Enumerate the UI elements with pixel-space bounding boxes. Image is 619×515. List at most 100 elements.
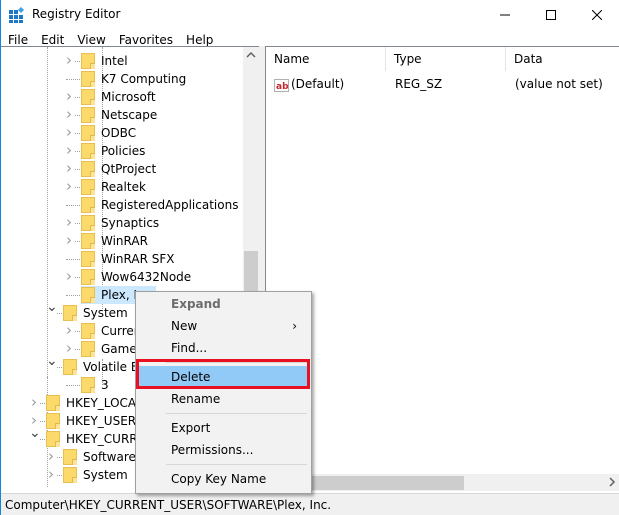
menu-edit[interactable]: Edit	[35, 33, 70, 47]
tree-item-label: Netscape	[101, 108, 158, 122]
menu-item-find[interactable]: Find...	[138, 337, 309, 359]
chevron-right-icon[interactable]: ›	[64, 141, 74, 159]
status-path: Computer\HKEY_CURRENT_USER\SOFTWARE\Plex…	[5, 497, 332, 512]
tree-connector	[75, 205, 80, 206]
folder-icon	[81, 215, 95, 231]
svg-text:ab: ab	[276, 82, 289, 92]
menu-item-permissions[interactable]: Permissions...	[138, 439, 309, 461]
chevron-right-icon[interactable]: ›	[64, 159, 74, 177]
chevron-right-icon[interactable]: ›	[64, 213, 74, 231]
folder-icon	[81, 53, 95, 69]
tree-item[interactable]: › Wow6432Node	[1, 267, 243, 286]
tree-item-label: K7 Computing	[101, 72, 187, 86]
chevron-right-icon[interactable]: ›	[64, 339, 74, 357]
chevron-right-icon[interactable]: ›	[46, 447, 56, 465]
maximize-icon	[546, 10, 556, 20]
tree-item[interactable]: › Intel	[1, 51, 243, 70]
menu-item-copy-key-name[interactable]: Copy Key Name	[138, 468, 309, 490]
submenu-arrow-icon: ›	[292, 319, 297, 333]
column-header-name[interactable]: Name	[266, 47, 386, 71]
menu-file[interactable]: File	[2, 33, 34, 47]
tree-item[interactable]: › QtProject	[1, 159, 243, 178]
value-type: REG_SZ	[395, 77, 443, 91]
tree-item-label: RegisteredApplications	[101, 198, 239, 212]
chevron-down-icon[interactable]: ⌄	[46, 299, 58, 315]
close-button[interactable]	[574, 0, 619, 30]
tree-connector	[75, 187, 80, 188]
chevron-down-icon[interactable]: ⌄	[46, 353, 58, 369]
folder-icon	[63, 359, 77, 375]
tree-item[interactable]: › ODBC	[1, 123, 243, 142]
chevron-down-icon[interactable]: ⌄	[29, 425, 41, 441]
tree-connector	[75, 385, 80, 386]
scroll-right-icon[interactable]	[607, 476, 617, 488]
tree-item[interactable]: › WinRAR	[1, 231, 243, 250]
folder-icon	[46, 431, 60, 447]
folder-icon	[81, 287, 95, 303]
tree-item[interactable]: › Microsoft	[1, 87, 243, 106]
chevron-right-icon[interactable]: ›	[64, 321, 74, 339]
menu-item-new[interactable]: New ›	[138, 315, 309, 337]
tree-item-label: Software	[83, 450, 136, 464]
values-list[interactable]: Name Type Data ab (Default) REG_SZ (valu…	[265, 46, 619, 492]
title-bar[interactable]: Registry Editor	[1, 0, 619, 30]
chevron-right-icon[interactable]: ›	[29, 393, 39, 411]
delete-highlight-callout	[136, 359, 310, 389]
list-horizontal-scrollbar[interactable]	[265, 474, 619, 491]
menu-help[interactable]: Help	[180, 33, 219, 47]
folder-icon	[81, 251, 95, 267]
menu-separator	[166, 464, 307, 465]
tree-item-label: HKEY_LOCAL	[66, 396, 143, 410]
tree-item[interactable]: RegisteredApplications	[1, 196, 243, 214]
tree-item-label: 3	[101, 378, 109, 392]
tree-item[interactable]: › Synaptics	[1, 213, 243, 232]
tree-item[interactable]: WinRAR SFX	[1, 250, 243, 268]
context-menu: Expand New › Find... Delete Rename Export…	[135, 291, 312, 494]
folder-icon	[81, 341, 95, 357]
tree-connector	[75, 241, 80, 242]
folder-icon	[63, 449, 77, 465]
tree-connector	[75, 223, 80, 224]
chevron-right-icon[interactable]: ›	[64, 105, 74, 123]
tree-item-label: Plex, I	[101, 288, 138, 302]
folder-icon	[46, 413, 60, 429]
folder-icon	[81, 179, 95, 195]
chevron-right-icon[interactable]: ›	[64, 87, 74, 105]
tree-connector	[57, 367, 62, 368]
folder-icon	[81, 89, 95, 105]
minimize-button[interactable]	[482, 0, 528, 30]
menu-view[interactable]: View	[71, 33, 111, 47]
column-header-data[interactable]: Data	[506, 47, 619, 71]
tree-connector	[75, 259, 80, 260]
tree-item-label: QtProject	[101, 162, 157, 176]
tree-item[interactable]: › Realtek	[1, 177, 243, 196]
tree-item-label: HKEY_CURRE	[66, 432, 146, 446]
tree-item[interactable]: K7 Computing	[1, 70, 243, 88]
chevron-right-icon[interactable]: ›	[64, 123, 74, 141]
scroll-up-icon[interactable]	[243, 47, 259, 63]
tree-item[interactable]: › Netscape	[1, 105, 243, 124]
menu-item-export[interactable]: Export	[138, 417, 309, 439]
menu-item-rename[interactable]: Rename	[138, 388, 309, 410]
folder-icon	[81, 71, 95, 87]
chevron-right-icon[interactable]: ›	[46, 465, 56, 483]
maximize-button[interactable]	[528, 0, 574, 30]
tree-item[interactable]: › Policies	[1, 141, 243, 160]
menu-favorites[interactable]: Favorites	[113, 33, 179, 47]
tree-connector	[75, 331, 80, 332]
menu-item-expand[interactable]: Expand	[138, 293, 309, 315]
tree-item-label: System	[83, 306, 128, 320]
registry-editor-window: Registry Editor File Edit View Favorites…	[0, 0, 619, 515]
chevron-right-icon[interactable]: ›	[64, 267, 74, 285]
string-value-icon: ab	[274, 79, 289, 92]
column-header-type[interactable]: Type	[386, 47, 506, 71]
tree-connector	[75, 133, 80, 134]
chevron-right-icon[interactable]: ›	[64, 51, 74, 69]
folder-icon	[81, 377, 95, 393]
tree-connector	[75, 151, 80, 152]
chevron-right-icon[interactable]: ›	[64, 177, 74, 195]
chevron-right-icon[interactable]: ›	[64, 231, 74, 249]
menu-separator	[166, 413, 307, 414]
tree-connector	[75, 169, 80, 170]
tree-item-label: Realtek	[101, 180, 146, 194]
